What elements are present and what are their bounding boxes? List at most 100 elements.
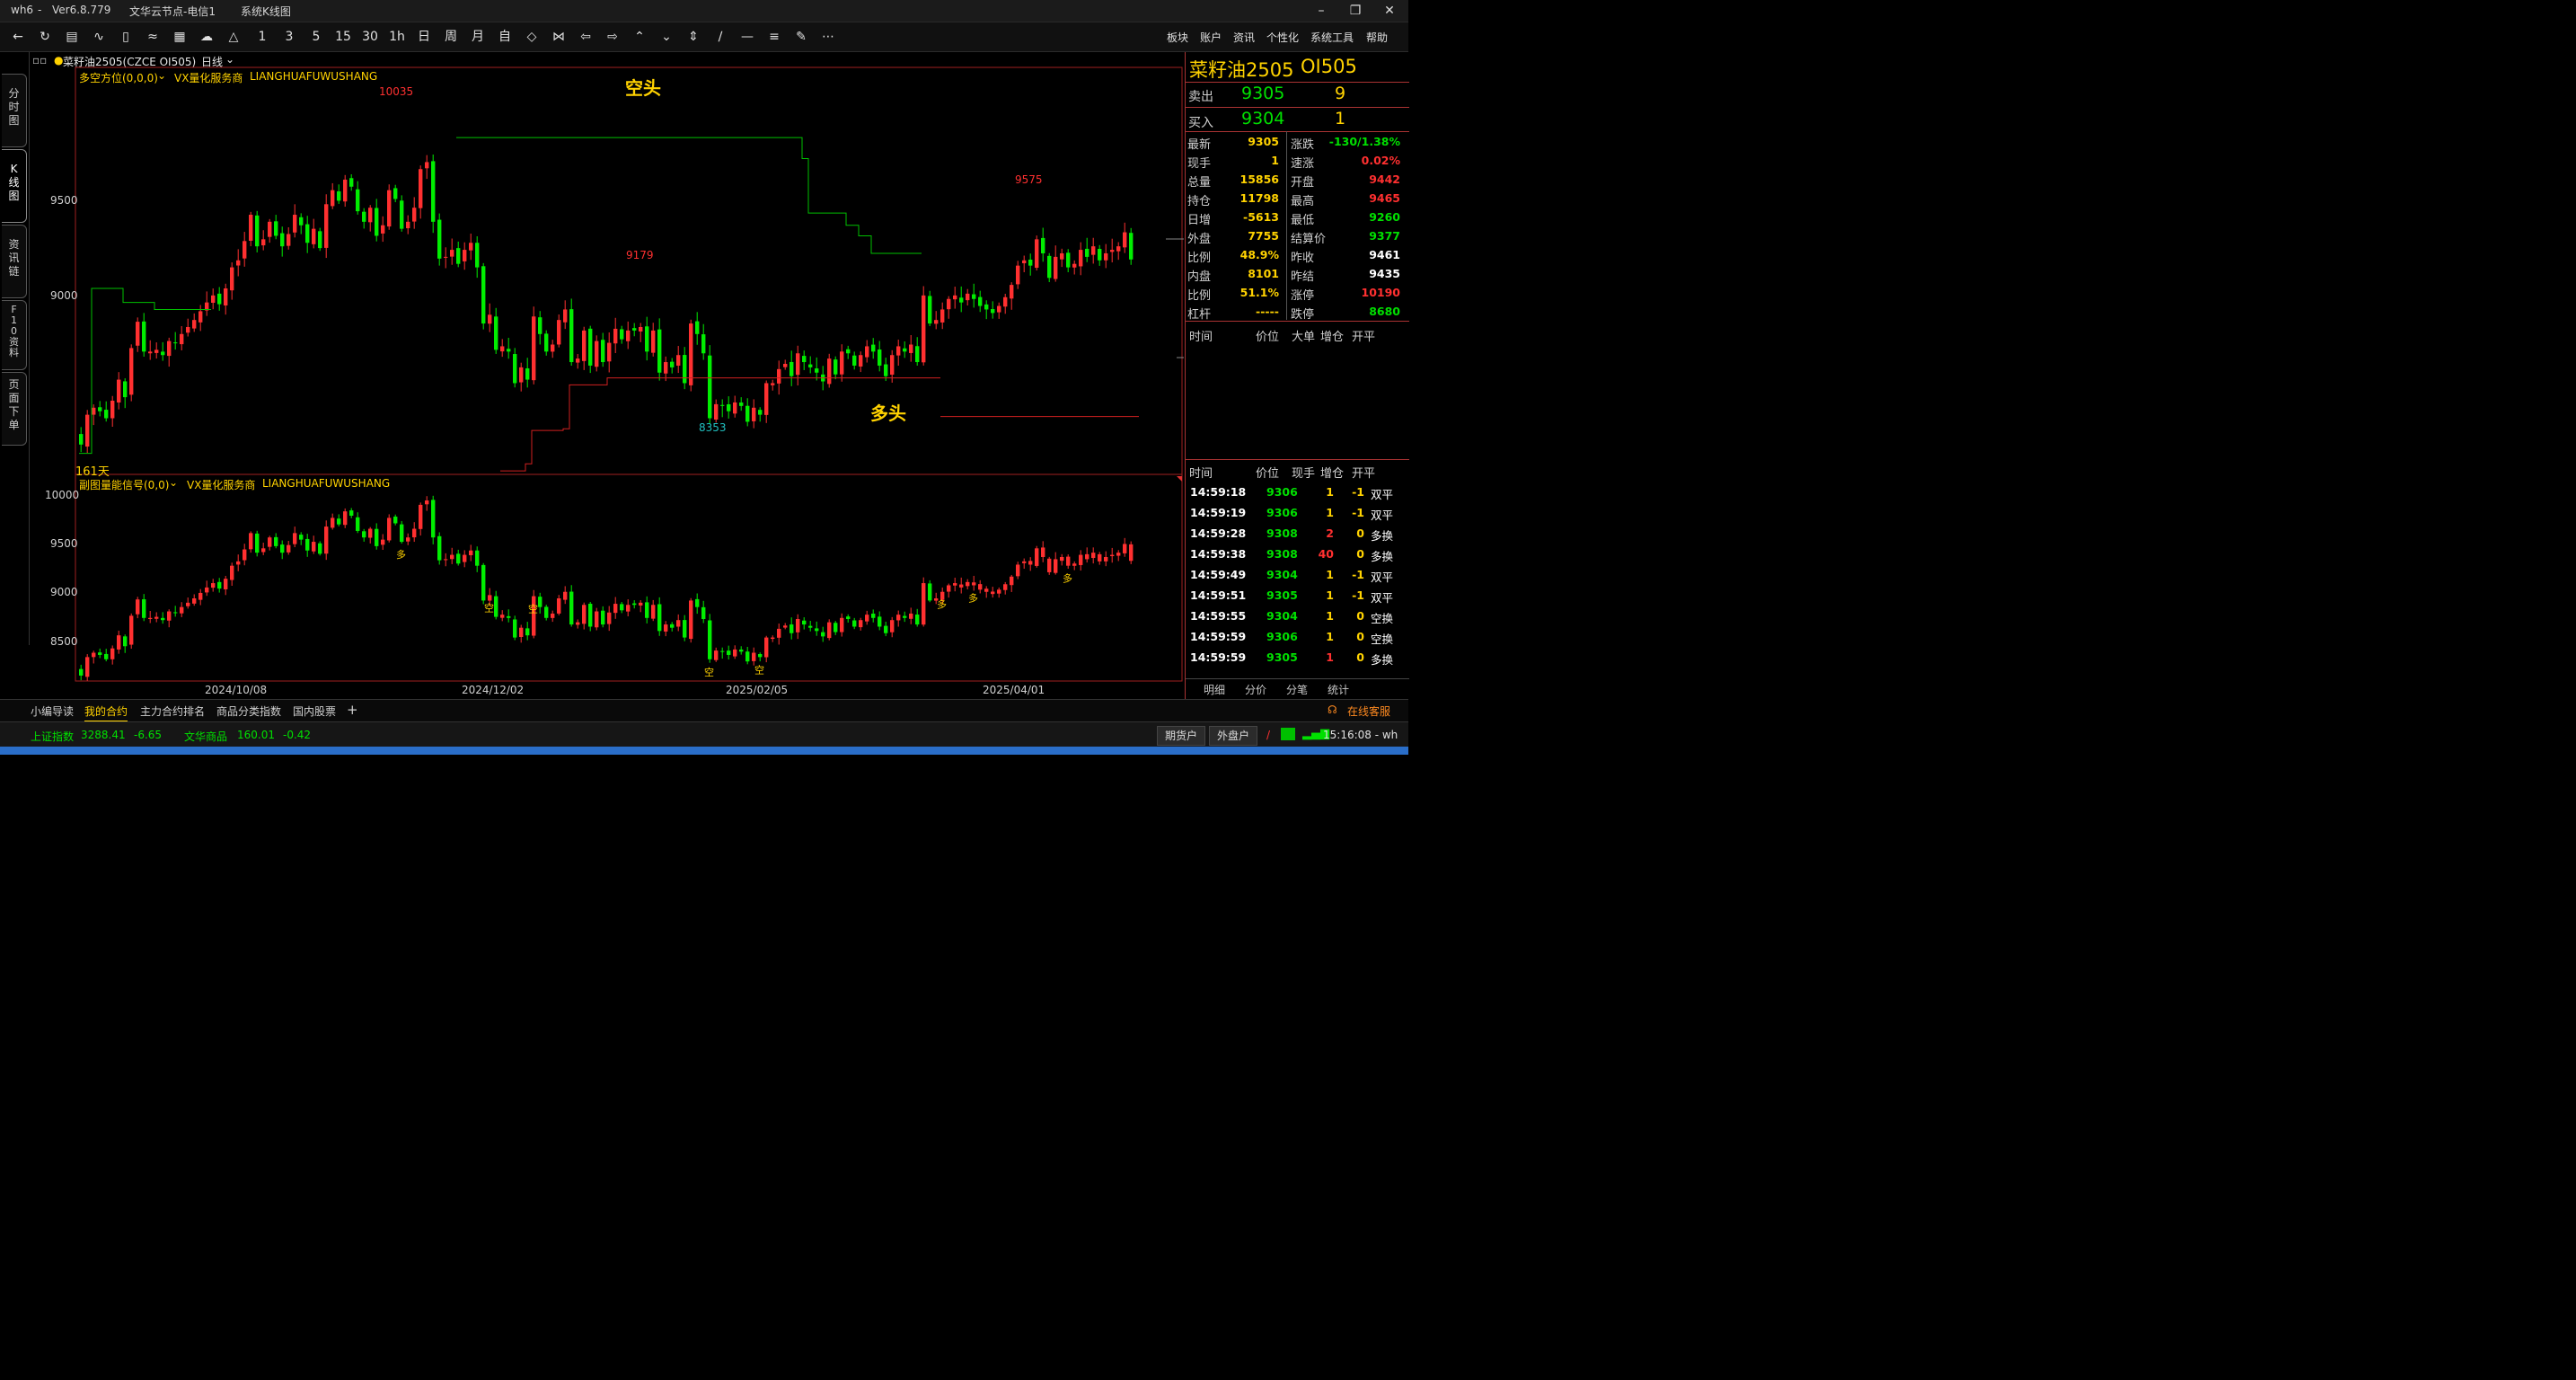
indicator-icon[interactable]: ≈: [142, 28, 163, 46]
quote-title: 菜籽油2505: [1189, 59, 1294, 81]
period-1[interactable]: 1: [251, 28, 273, 46]
main-candle-body: [972, 294, 976, 299]
main-candle-body: [607, 342, 612, 362]
main-candle-body: [777, 368, 781, 384]
tick-col: 开平: [1352, 467, 1376, 481]
menu-help[interactable]: 帮助: [1366, 30, 1388, 45]
crosshair-icon[interactable]: ⇕: [683, 28, 704, 46]
sub-candle-body: [431, 500, 436, 538]
main-indicator-name[interactable]: 多空方位(0,0,0): [79, 70, 158, 85]
main-candle-body: [551, 344, 555, 352]
tab-price-dist[interactable]: 分价: [1245, 682, 1266, 697]
quote-value: 15856: [1239, 172, 1280, 186]
period-week[interactable]: 周: [440, 28, 462, 46]
tab-detail[interactable]: 明细: [1204, 682, 1225, 697]
period-15[interactable]: 15: [332, 28, 354, 46]
btab-stocks[interactable]: 国内股票: [293, 703, 336, 719]
menu-tools[interactable]: 系统工具: [1310, 30, 1354, 45]
more-icon[interactable]: ⋯: [817, 28, 839, 46]
arrow-left-icon[interactable]: ⇦: [575, 28, 596, 46]
period-5[interactable]: 5: [305, 28, 327, 46]
main-vendor-pinyin: LIANGHUAFUWUSHANG: [250, 70, 378, 83]
tick-row: 14:59:49 9304 1 -1 双平: [1186, 566, 1409, 586]
back-icon[interactable]: ←: [7, 28, 29, 46]
period-1h[interactable]: 1h: [386, 28, 408, 46]
kline-chart[interactable]: 多空 空空 空多多多: [31, 52, 1184, 699]
main-candle-body: [85, 414, 90, 447]
main-indicator-chevron-icon[interactable]: ⌄: [157, 69, 166, 82]
sub-candle-body: [519, 627, 524, 638]
menu-personalize[interactable]: 个性化: [1266, 30, 1299, 45]
sub-candle-body: [1072, 563, 1077, 566]
calculator-icon[interactable]: ▦: [169, 28, 190, 46]
main-candle-body: [532, 316, 536, 381]
bell-icon[interactable]: △: [223, 28, 244, 46]
tab-f10[interactable]: F 1 0 资 料: [2, 300, 27, 370]
btab-category-index[interactable]: 商品分类指数: [216, 703, 281, 719]
online-service[interactable]: 在线客服: [1347, 703, 1390, 719]
horizontal-line-icon[interactable]: —: [737, 28, 758, 46]
main-candle-body: [117, 379, 121, 402]
zoom-out-icon[interactable]: ⌄: [656, 28, 677, 46]
restore-icon[interactable]: ❐: [1342, 2, 1369, 20]
cloud-icon[interactable]: ☁: [196, 28, 217, 46]
main-candle-body: [632, 328, 637, 331]
main-candle-body: [381, 225, 385, 234]
title-bar: wh6 - Ver6.8.779 文华云节点-电信1 系统K线图 – ❐ ✕: [0, 0, 1408, 22]
sub-candle-body: [984, 588, 989, 592]
add-tab-button[interactable]: +: [347, 702, 358, 718]
btab-my-contracts[interactable]: 我的合约: [84, 703, 128, 722]
headset-icon[interactable]: ☊: [1328, 703, 1337, 716]
bowtie-icon[interactable]: ⋈: [548, 28, 569, 46]
quote-label: 开盘: [1291, 176, 1315, 190]
main-candle-body: [544, 333, 549, 352]
tick-price: 9305: [1266, 650, 1298, 664]
minimize-icon[interactable]: –: [1308, 2, 1335, 20]
tab-stats[interactable]: 统计: [1328, 682, 1349, 697]
index2-value: 160.01: [237, 729, 275, 741]
bid-price[interactable]: 9304: [1241, 109, 1284, 128]
period-custom[interactable]: 自: [494, 28, 516, 46]
main-candle-body: [626, 330, 631, 341]
main-candle-body: [469, 243, 473, 251]
sub-indicator-name[interactable]: 副图量能信号(0,0): [79, 477, 169, 492]
table-icon[interactable]: ▤: [61, 28, 83, 46]
draw-line-icon[interactable]: ∕: [710, 28, 731, 46]
futures-account-button[interactable]: 期货户: [1157, 726, 1206, 746]
sub-candle-body: [444, 559, 448, 561]
zoom-in-icon[interactable]: ⌃: [629, 28, 650, 46]
period-month[interactable]: 月: [467, 28, 489, 46]
arrow-right-icon[interactable]: ⇨: [602, 28, 623, 46]
sub-indicator-chevron-icon[interactable]: ⌄: [169, 476, 178, 489]
line-chart-icon[interactable]: ∿: [88, 28, 110, 46]
tab-tick[interactable]: 分笔: [1286, 682, 1308, 697]
period-day[interactable]: 日: [413, 28, 435, 46]
sub-candle-body: [827, 622, 832, 639]
tab-kline[interactable]: K 线 图: [2, 149, 27, 223]
candlestick-icon[interactable]: ▯: [115, 28, 137, 46]
period-3[interactable]: 3: [278, 28, 300, 46]
sub-candle-body: [859, 620, 863, 628]
ask-price[interactable]: 9305: [1241, 84, 1284, 103]
main-candle-body: [1085, 248, 1090, 257]
quote-label: 内盘: [1187, 270, 1212, 284]
btab-guide[interactable]: 小编导读: [31, 703, 74, 719]
menu-news[interactable]: 资讯: [1233, 30, 1255, 45]
fib-icon[interactable]: ≡: [763, 28, 785, 46]
sub-candle-body: [525, 628, 530, 636]
period-30[interactable]: 30: [359, 28, 381, 46]
tab-timeshare[interactable]: 分 时 图: [2, 74, 27, 147]
btab-main-rank[interactable]: 主力合约排名: [140, 703, 205, 719]
chart-area[interactable]: ▫▫ ● 菜籽油2505(CZCE OI505) 日线 ⌄ 多空空空空多多多 多…: [31, 52, 1184, 699]
refresh-icon[interactable]: ↻: [34, 28, 56, 46]
close-icon[interactable]: ✕: [1376, 2, 1403, 20]
diamond-icon[interactable]: ◇: [521, 28, 543, 46]
foreign-account-button[interactable]: 外盘户: [1209, 726, 1258, 746]
pen-icon[interactable]: ✎: [790, 28, 812, 46]
menu-account[interactable]: 账户: [1200, 30, 1222, 45]
tab-order[interactable]: 页 面 下 单: [2, 372, 27, 446]
sub-candle-body: [274, 536, 278, 546]
tab-newslink[interactable]: 资 讯 链: [2, 225, 27, 298]
quote-label: 涨停: [1291, 289, 1315, 303]
menu-sectors[interactable]: 板块: [1167, 30, 1188, 45]
